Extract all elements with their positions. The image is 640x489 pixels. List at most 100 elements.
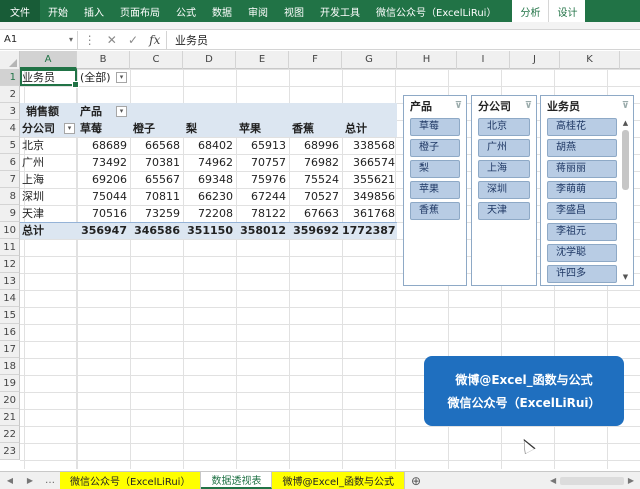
row-header[interactable]: 21 bbox=[0, 409, 20, 426]
cancel-icon[interactable]: ✕ bbox=[107, 33, 117, 47]
row-header[interactable]: 3 bbox=[0, 103, 20, 120]
chevron-down-icon[interactable]: ▼ bbox=[621, 272, 630, 282]
pivot-value: 73492 bbox=[92, 156, 127, 169]
column-header-e[interactable]: E bbox=[236, 51, 289, 69]
tab-developer[interactable]: 开发工具 bbox=[312, 0, 368, 22]
scroll-left-icon[interactable]: ◀ bbox=[550, 476, 556, 485]
row-header[interactable]: 2 bbox=[0, 86, 20, 103]
more-sheets-icon[interactable]: … bbox=[40, 472, 60, 489]
row-header[interactable]: 4 bbox=[0, 120, 20, 137]
slicer-item[interactable]: 天津 bbox=[478, 202, 530, 220]
tab-analyze[interactable]: 分析 bbox=[512, 0, 549, 22]
slicer-item[interactable]: 高桂花 bbox=[547, 118, 617, 136]
formula-input[interactable]: 业务员 bbox=[166, 30, 640, 49]
tab-home[interactable]: 开始 bbox=[40, 0, 76, 22]
enter-icon[interactable]: ✓ bbox=[128, 33, 138, 47]
column-header-c[interactable]: C bbox=[130, 51, 183, 69]
row-header[interactable]: 7 bbox=[0, 171, 20, 188]
slicer-item[interactable]: 胡燕 bbox=[547, 139, 617, 157]
tab-view[interactable]: 视图 bbox=[276, 0, 312, 22]
column-field-dropdown-icon[interactable]: ▾ bbox=[116, 106, 127, 117]
row-header[interactable]: 23 bbox=[0, 443, 20, 460]
scroll-right-icon[interactable]: ▶ bbox=[628, 476, 634, 485]
row-header[interactable]: 17 bbox=[0, 341, 20, 358]
selected-cell-a1[interactable] bbox=[20, 69, 79, 88]
chevron-down-icon[interactable]: ▾ bbox=[69, 35, 73, 44]
filter-dropdown-icon[interactable]: ▾ bbox=[116, 72, 127, 83]
chevron-up-icon[interactable]: ▲ bbox=[621, 118, 630, 128]
horizontal-scrollbar[interactable]: ◀ ▶ bbox=[550, 472, 640, 489]
slicer-item[interactable]: 上海 bbox=[478, 160, 530, 178]
row-header[interactable]: 16 bbox=[0, 324, 20, 341]
next-sheet-icon[interactable]: ▶ bbox=[20, 472, 40, 489]
row-header[interactable]: 10 bbox=[0, 222, 20, 239]
sheet-tab-pivot[interactable]: 数据透视表 bbox=[201, 472, 273, 489]
add-sheet-icon[interactable]: ⊕ bbox=[405, 472, 427, 489]
slicer-item[interactable]: 李萌萌 bbox=[547, 181, 617, 199]
column-header-i[interactable]: I bbox=[457, 51, 510, 69]
row-header[interactable]: 18 bbox=[0, 358, 20, 375]
row-header[interactable]: 5 bbox=[0, 137, 20, 154]
scroll-track[interactable] bbox=[560, 476, 624, 485]
row-header[interactable]: 8 bbox=[0, 188, 20, 205]
slicer-item[interactable]: 梨 bbox=[410, 160, 460, 178]
more-icon[interactable]: ⋮ bbox=[84, 33, 96, 47]
row-header[interactable]: 1 bbox=[0, 69, 20, 86]
slicer-product[interactable]: 产品 ⊽ 草莓 橙子 梨 苹果 香蕉 bbox=[403, 95, 467, 286]
slicer-item[interactable]: 蒋丽丽 bbox=[547, 160, 617, 178]
row-header[interactable]: 12 bbox=[0, 256, 20, 273]
column-header-d[interactable]: D bbox=[183, 51, 236, 69]
slicer-item[interactable]: 北京 bbox=[478, 118, 530, 136]
slicer-item[interactable]: 香蕉 bbox=[410, 202, 460, 220]
row-header[interactable]: 14 bbox=[0, 290, 20, 307]
column-header-f[interactable]: F bbox=[289, 51, 342, 69]
scroll-thumb[interactable] bbox=[622, 130, 629, 190]
prev-sheet-icon[interactable]: ◀ bbox=[0, 472, 20, 489]
tab-data[interactable]: 数据 bbox=[204, 0, 240, 22]
slicer-scrollbar[interactable]: ▲ ▼ bbox=[621, 118, 630, 282]
column-header-a[interactable]: A bbox=[20, 51, 77, 69]
tab-file[interactable]: 文件 bbox=[0, 0, 40, 22]
clear-filter-icon[interactable]: ⊽ bbox=[525, 101, 532, 111]
insert-function-icon[interactable]: fx bbox=[149, 33, 160, 47]
clear-filter-icon[interactable]: ⊽ bbox=[622, 101, 629, 111]
slicer-item[interactable]: 许四多 bbox=[547, 265, 617, 283]
row-header[interactable]: 20 bbox=[0, 392, 20, 409]
pivot-total-value: 359692 bbox=[293, 224, 339, 237]
tab-insert[interactable]: 插入 bbox=[76, 0, 112, 22]
row-header[interactable]: 19 bbox=[0, 375, 20, 392]
row-header[interactable]: 13 bbox=[0, 273, 20, 290]
slicer-item[interactable]: 深圳 bbox=[478, 181, 530, 199]
tab-design[interactable]: 设计 bbox=[548, 0, 586, 22]
slicer-item[interactable]: 李盛昌 bbox=[547, 202, 617, 220]
tab-formulas[interactable]: 公式 bbox=[168, 0, 204, 22]
slicer-item[interactable]: 李祖元 bbox=[547, 223, 617, 241]
pivot-value: 70381 bbox=[145, 156, 180, 169]
column-header-h[interactable]: H bbox=[397, 51, 457, 69]
slicer-item[interactable]: 苹果 bbox=[410, 181, 460, 199]
sheet-tab-wechat[interactable]: 微信公众号（ExcelLiRui） bbox=[60, 472, 202, 489]
row-header[interactable]: 11 bbox=[0, 239, 20, 256]
tab-review[interactable]: 审阅 bbox=[240, 0, 276, 22]
row-header[interactable]: 9 bbox=[0, 205, 20, 222]
column-header-j[interactable]: J bbox=[510, 51, 560, 69]
column-header-k[interactable]: K bbox=[560, 51, 620, 69]
name-box[interactable]: A1 ▾ bbox=[0, 30, 78, 49]
tab-wechat[interactable]: 微信公众号（ExcelLiRui） bbox=[368, 0, 504, 22]
select-all-corner[interactable] bbox=[0, 51, 20, 69]
slicer-item[interactable]: 橙子 bbox=[410, 139, 460, 157]
row-field-dropdown-icon[interactable]: ▾ bbox=[64, 123, 75, 134]
row-header[interactable]: 15 bbox=[0, 307, 20, 324]
slicer-salesperson[interactable]: 业务员 ⊽ 高桂花 胡燕 蒋丽丽 李萌萌 李盛昌 李祖元 沈学聪 许四多 ▲ ▼ bbox=[540, 95, 634, 286]
slicer-branch[interactable]: 分公司 ⊽ 北京 广州 上海 深圳 天津 bbox=[471, 95, 537, 286]
slicer-item[interactable]: 广州 bbox=[478, 139, 530, 157]
sheet-tab-weibo[interactable]: 微博@Excel_函数与公式 bbox=[272, 472, 405, 489]
row-header[interactable]: 6 bbox=[0, 154, 20, 171]
column-header-b[interactable]: B bbox=[77, 51, 130, 69]
column-header-g[interactable]: G bbox=[342, 51, 397, 69]
tab-page-layout[interactable]: 页面布局 bbox=[112, 0, 168, 22]
row-header[interactable]: 22 bbox=[0, 426, 20, 443]
slicer-item[interactable]: 草莓 bbox=[410, 118, 460, 136]
slicer-item[interactable]: 沈学聪 bbox=[547, 244, 617, 262]
clear-filter-icon[interactable]: ⊽ bbox=[455, 101, 462, 111]
